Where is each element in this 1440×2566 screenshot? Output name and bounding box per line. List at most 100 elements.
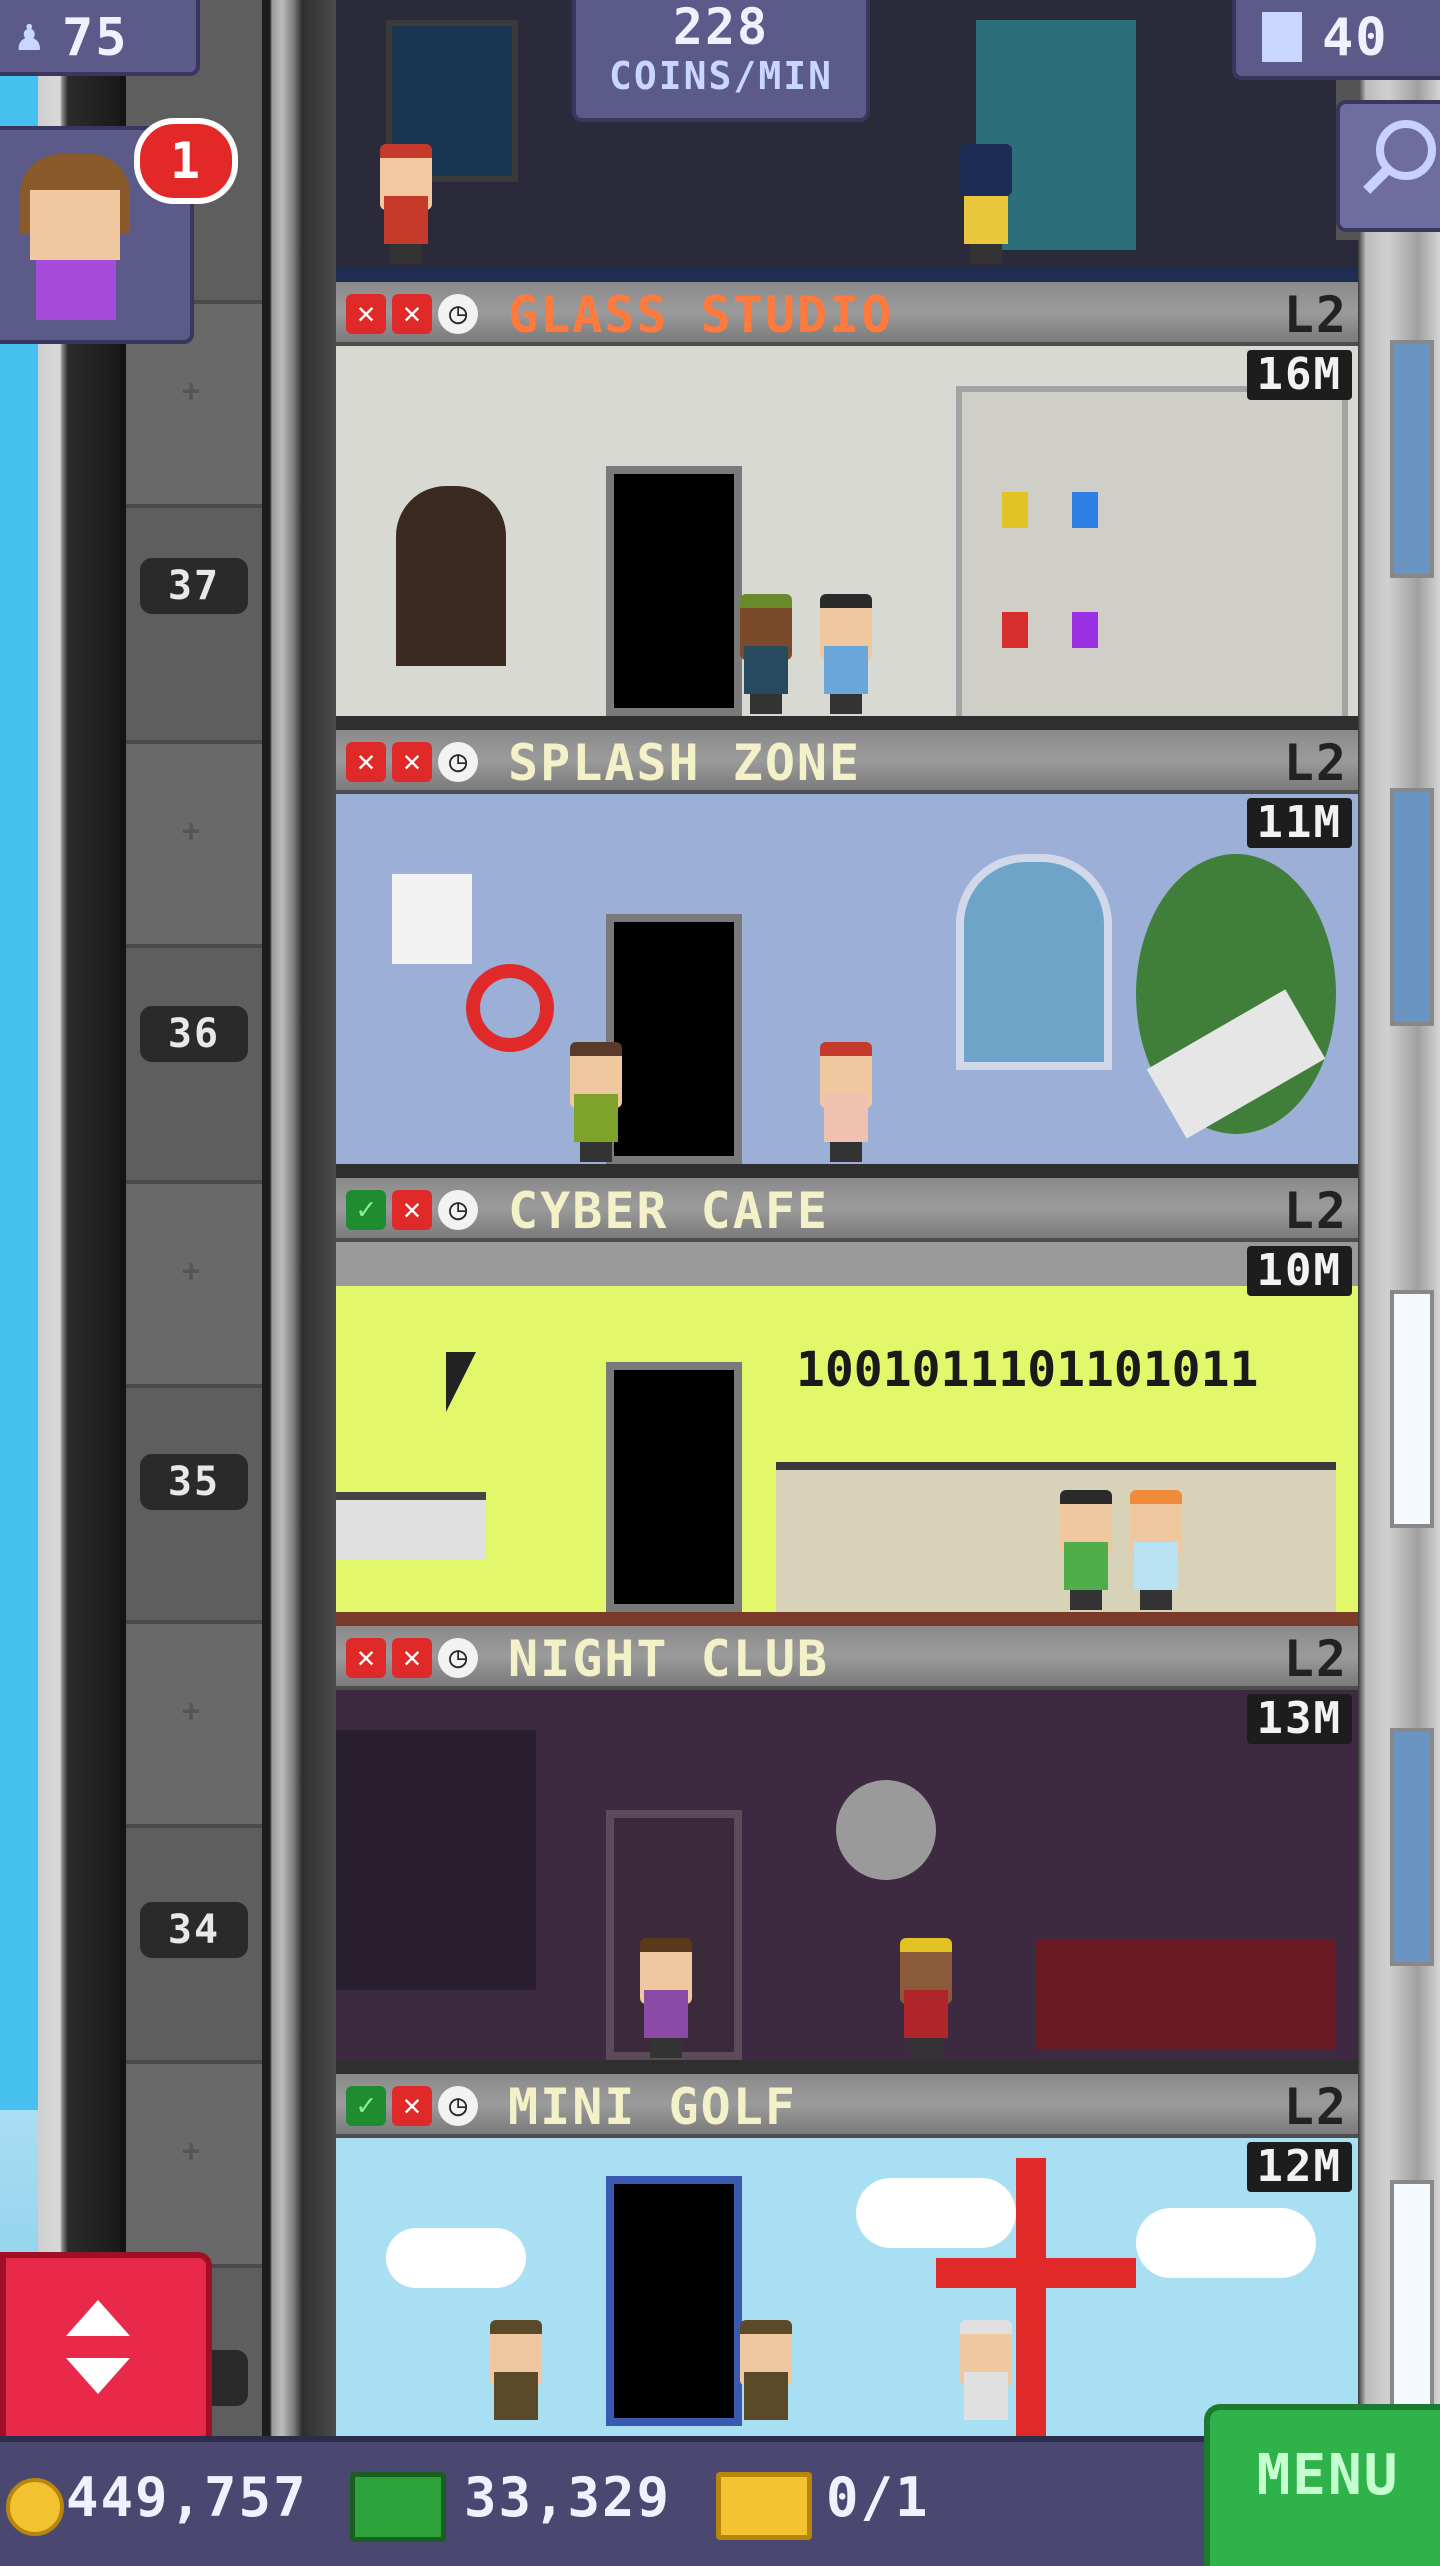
floor-count-value: 40 <box>1322 8 1389 68</box>
bitizen[interactable] <box>816 594 876 714</box>
clock-icon: ◷ <box>438 294 478 334</box>
floor-label-bar: ✓ ✕ ◷ CYBER CAFE L2 <box>336 1178 1358 1242</box>
clock-icon: ◷ <box>438 742 478 782</box>
search-button[interactable] <box>1336 100 1440 232</box>
bux-icon <box>350 2472 446 2542</box>
arrow-down-icon <box>66 2358 130 2394</box>
floor-ground <box>336 1164 1358 1178</box>
cloud-decor <box>386 2228 526 2288</box>
floor-status: ✓ ✕ ◷ <box>346 1190 478 1230</box>
clock-icon: ◷ <box>438 2086 478 2126</box>
shaft-panel <box>126 2060 262 2268</box>
floor-name: CYBER CAFE <box>508 1182 830 1240</box>
coins-per-min-display[interactable]: 228 COINS/MIN <box>572 0 870 122</box>
bux-value[interactable]: 33,329 <box>464 2466 671 2529</box>
bitizen[interactable] <box>486 2320 546 2440</box>
floor-level: L2 <box>1283 1630 1348 1688</box>
arched-window <box>956 854 1112 1070</box>
bitizen[interactable] <box>956 144 1016 264</box>
bitizen-body <box>904 1990 948 2038</box>
glass-shelves <box>956 386 1348 728</box>
shaft-panel <box>126 1620 262 1828</box>
bitizen[interactable] <box>1126 1490 1186 1610</box>
bitizen-body <box>574 1094 618 1142</box>
floor-room: 1001011101101011 <box>336 1242 1358 1626</box>
floor-night-club[interactable]: ✕ ✕ ◷ NIGHT CLUB L2 13M <box>336 1626 1358 2074</box>
velvet-rope <box>1036 1940 1336 2050</box>
floor-glass-studio[interactable]: ✕ ✕ ◷ GLASS STUDIO L2 16M <box>336 282 1358 730</box>
bitizen[interactable] <box>956 2320 1016 2440</box>
elevator-button[interactable] <box>0 2252 212 2446</box>
bitizen-body <box>964 2372 1008 2420</box>
bitizen-legs <box>650 2038 682 2058</box>
bitizen-legs <box>830 1142 862 1162</box>
bitizen[interactable] <box>566 1042 626 1162</box>
floor-label-bar: ✕ ✕ ◷ NIGHT CLUB L2 <box>336 1626 1358 1690</box>
floor-door <box>606 2176 742 2426</box>
vase <box>1002 612 1028 648</box>
building-icon <box>1262 12 1302 62</box>
bitizen-head <box>960 144 1012 196</box>
elevator-rail <box>262 0 338 2440</box>
bitizen[interactable] <box>896 1938 956 2058</box>
floor-ground <box>336 716 1358 730</box>
tower-window <box>1390 340 1434 578</box>
tower-window <box>1390 2180 1434 2418</box>
bitizen[interactable] <box>636 1938 696 2058</box>
bitizen-body <box>494 2372 538 2420</box>
stock-full-icon: ✓ <box>346 1190 386 1230</box>
avatar <box>30 190 120 260</box>
stock-empty-icon: ✕ <box>346 294 386 334</box>
floor-number: 37 <box>140 558 248 614</box>
ceiling-lights <box>336 1242 1358 1286</box>
bitizen-body <box>644 1990 688 2038</box>
sky <box>0 0 40 2440</box>
floor-cyber-cafe[interactable]: ✓ ✕ ◷ CYBER CAFE L2 1001011101101011 10M <box>336 1178 1358 1626</box>
floor-name: MINI GOLF <box>508 2078 797 2136</box>
tower-window <box>1390 1728 1434 1966</box>
floor-level: L2 <box>1283 2078 1348 2136</box>
floor-count-display[interactable]: 40 <box>1232 0 1440 80</box>
floor-level: L2 <box>1283 286 1348 344</box>
bitizen[interactable] <box>736 594 796 714</box>
notice-poster <box>392 874 472 964</box>
floor-label-bar: ✕ ✕ ◷ GLASS STUDIO L2 <box>336 282 1358 346</box>
ticket-icon <box>716 2472 812 2540</box>
menu-button[interactable]: MENU <box>1204 2404 1440 2566</box>
floor-income: 11M <box>1246 798 1352 848</box>
cursor-icon <box>446 1352 476 1412</box>
bitizen-body <box>744 2372 788 2420</box>
floor-door <box>606 466 742 716</box>
floor-number: 35 <box>140 1454 248 1510</box>
bitizen[interactable] <box>816 1042 876 1162</box>
cloud-decor <box>1136 2208 1316 2278</box>
clock-icon: ◷ <box>438 1638 478 1678</box>
coins-value[interactable]: 449,757 <box>66 2466 308 2529</box>
bar-shelves <box>336 1730 536 1990</box>
floor-mini-golf[interactable]: ✓ ✕ ◷ MINI GOLF L2 12M <box>336 2074 1358 2440</box>
floor-status: ✕ ✕ ◷ <box>346 742 478 782</box>
windmill-blade <box>936 2258 1136 2288</box>
population-counter[interactable]: ♟ 75 <box>0 0 200 76</box>
vase <box>1002 492 1028 528</box>
floor-splash-zone[interactable]: ✕ ✕ ◷ SPLASH ZONE L2 11M <box>336 730 1358 1178</box>
stock-empty-icon: ✕ <box>392 294 432 334</box>
bitizen-body <box>824 1094 868 1142</box>
vase <box>1072 612 1098 648</box>
bitizen-body <box>824 646 868 694</box>
shaft-panel <box>126 1180 262 1388</box>
bitizen-legs <box>580 1142 612 1162</box>
bitizen[interactable] <box>376 144 436 264</box>
bitizen[interactable] <box>1056 1490 1116 1610</box>
person-icon: ♟ <box>16 10 43 61</box>
life-ring <box>466 964 554 1052</box>
notification-badge[interactable]: 1 <box>134 118 238 204</box>
bitizen[interactable] <box>736 2320 796 2440</box>
tickets-value[interactable]: 0/1 <box>826 2466 930 2529</box>
bitizen-body <box>964 196 1008 244</box>
floor-name: NIGHT CLUB <box>508 1630 830 1688</box>
floor-room <box>336 1690 1358 2074</box>
kiln <box>396 486 506 666</box>
bitizen-legs <box>910 2038 942 2058</box>
arrow-up-icon <box>66 2300 130 2336</box>
